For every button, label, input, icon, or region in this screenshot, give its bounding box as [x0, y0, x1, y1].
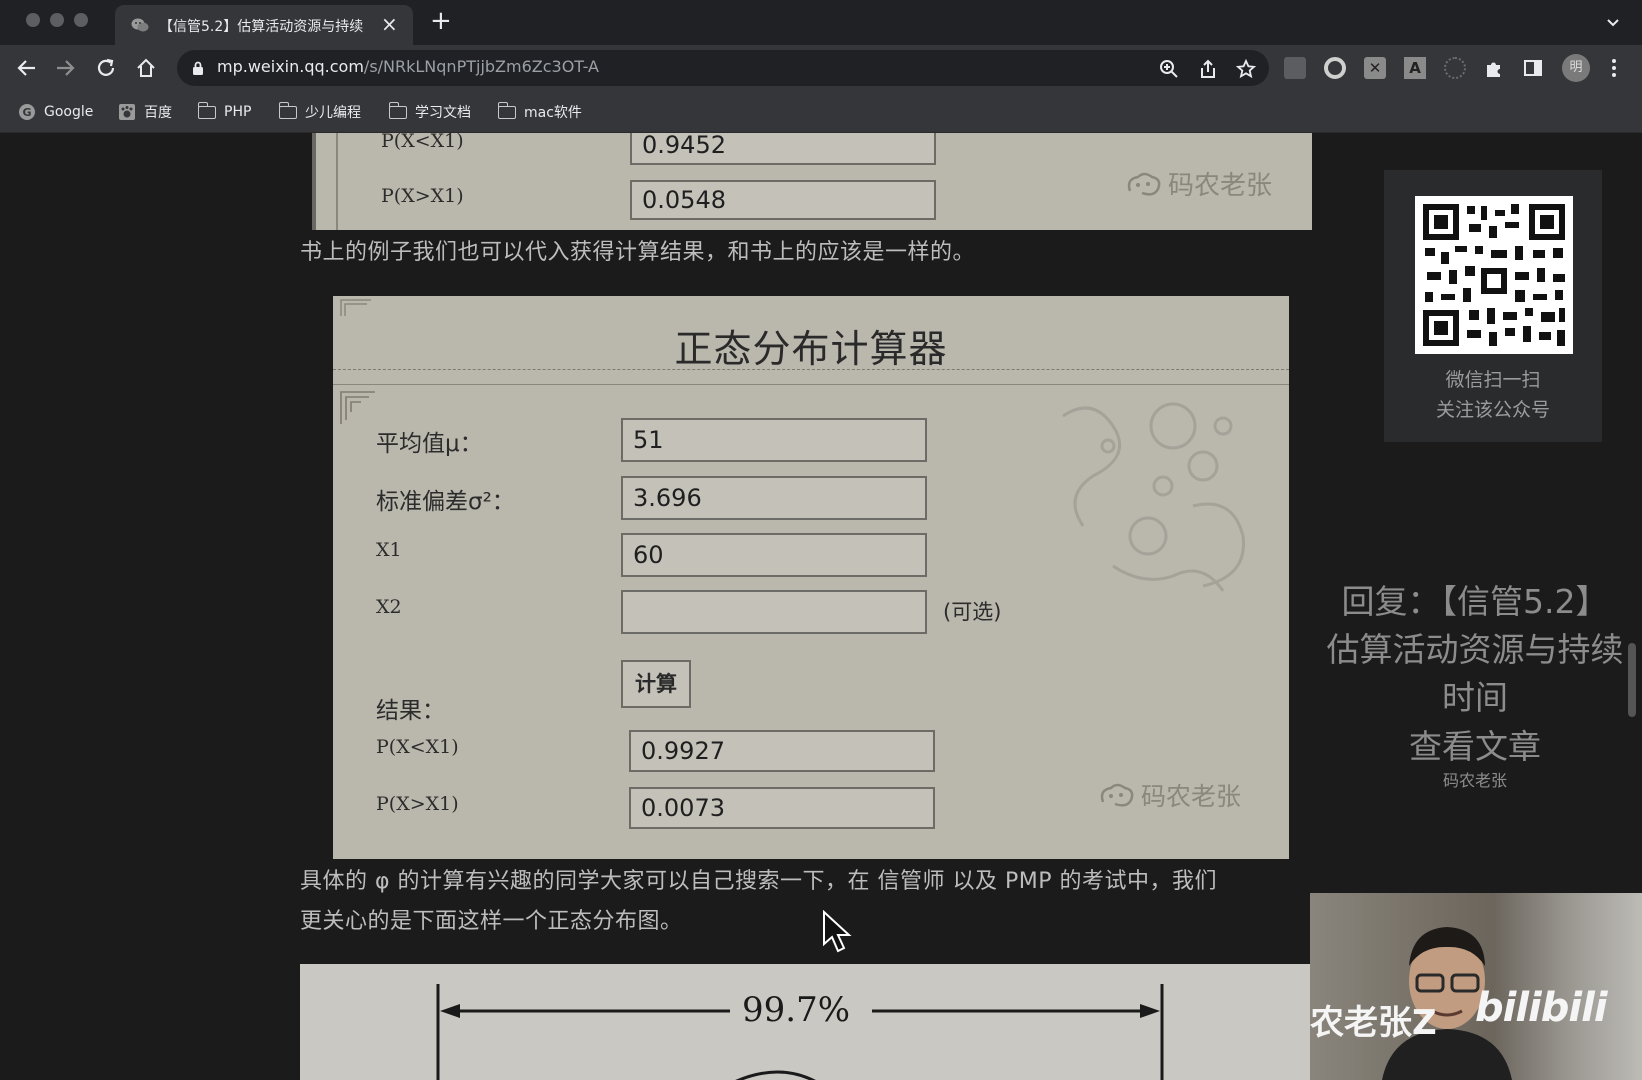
- puzzle-icon[interactable]: [1483, 57, 1505, 79]
- folder-icon: [497, 101, 516, 119]
- x2-input: [621, 590, 927, 634]
- translate-extension-icon[interactable]: [1284, 57, 1306, 79]
- floral-pattern-icon: [1062, 402, 1245, 592]
- close-window-button[interactable]: [26, 13, 40, 27]
- webcam-overlay: 农老张Z bilibili: [1310, 893, 1642, 1080]
- reply-line-2: 估算活动资源与持续: [1326, 630, 1624, 669]
- bookmark-mac-software[interactable]: mac软件: [497, 100, 582, 124]
- result-label-greater: P(X>X1): [376, 793, 459, 815]
- back-icon[interactable]: [16, 57, 38, 79]
- star-icon[interactable]: [1236, 59, 1256, 79]
- wechat-icon: [131, 18, 149, 32]
- circle-extension-icon[interactable]: [1324, 57, 1346, 79]
- result-field-less: 0.9927: [629, 730, 935, 772]
- figure-label-997: 99.7%: [742, 990, 851, 1030]
- watermark-logo-icon: [1100, 783, 1134, 807]
- watermark-text: 码农老张: [1141, 782, 1242, 811]
- chevron-down-icon[interactable]: [1605, 14, 1621, 30]
- forward-icon[interactable]: [54, 57, 76, 79]
- calculator-screenshot: 正态分布计算器 平均值μ： 51 标准偏差σ²： 3.696 X1 60 X2 …: [333, 296, 1289, 859]
- tab-strip: 【信管5.2】估算活动资源与持续 × +: [0, 0, 1642, 45]
- calculator-screenshot-top: P(X<X1) 0.9452 P(X>X1) 0.0548 码农老张: [312, 133, 1312, 230]
- address-bar[interactable]: mp.weixin.qq.com/s/NRkLNqnPTjjbZm6Zc3OT-…: [177, 50, 1269, 86]
- tab-active[interactable]: 【信管5.2】估算活动资源与持续 ×: [115, 5, 413, 45]
- qr-caption-line-2: 关注该公众号: [1435, 399, 1550, 421]
- paragraph-2-line-2: 更关心的是下面这样一个正态分布图。: [300, 909, 683, 934]
- tab-title: 【信管5.2】估算活动资源与持续: [159, 19, 364, 35]
- mouse-cursor-icon: [823, 910, 852, 953]
- home-icon[interactable]: [135, 57, 157, 79]
- webcam-name-overlay: 农老张Z: [1310, 1003, 1437, 1043]
- x1-input: 60: [621, 533, 927, 577]
- result-label-less: P(X<X1): [381, 133, 464, 152]
- x-extension-icon[interactable]: ✕: [1364, 57, 1386, 79]
- folder-icon: [388, 101, 407, 119]
- sd-input: 3.696: [621, 476, 927, 520]
- folder-icon: [197, 101, 216, 119]
- lock-icon[interactable]: [192, 61, 204, 75]
- bookmark-baidu[interactable]: 百度: [118, 100, 172, 124]
- optional-hint: (可选): [943, 600, 1002, 624]
- calculator-title: 正态分布计算器: [674, 327, 948, 371]
- side-panel-icon[interactable]: [1522, 57, 1544, 79]
- reply-line-3: 时间: [1442, 678, 1508, 717]
- zoom-icon[interactable]: [1159, 59, 1179, 79]
- maximize-window-button[interactable]: [74, 13, 88, 27]
- close-icon[interactable]: ×: [381, 12, 398, 36]
- bilibili-logo: bilibili: [1475, 985, 1608, 1031]
- profile-avatar[interactable]: 明: [1562, 54, 1590, 82]
- result-field-greater: 0.0073: [629, 787, 935, 829]
- normal-distribution-figure: 99.7%: [300, 964, 1310, 1080]
- article-viewport[interactable]: P(X<X1) 0.9452 P(X>X1) 0.0548 码农老张 书上的例子…: [0, 133, 1642, 1080]
- watermark-text: 码农老张: [1168, 171, 1273, 201]
- result-field-greater: 0.0548: [630, 180, 936, 220]
- reload-icon[interactable]: [95, 57, 117, 79]
- sd-label: 标准偏差σ²：: [376, 489, 515, 515]
- loading-extension-icon[interactable]: [1444, 57, 1466, 79]
- corner-ornament-icon: [340, 299, 371, 316]
- reply-author: 码农老张: [1442, 771, 1507, 790]
- x2-label: X2: [376, 596, 402, 618]
- mean-label: 平均值μ：: [376, 431, 483, 457]
- paragraph-2-line-1: 具体的 φ 的计算有兴趣的同学大家可以自己搜索一下，在 信管师 以及 PMP 的…: [300, 869, 1217, 894]
- result-label-less: P(X<X1): [376, 736, 459, 758]
- browser-toolbar: mp.weixin.qq.com/s/NRkLNqnPTjjbZm6Zc3OT-…: [0, 45, 1642, 92]
- reply-line-4: 查看文章: [1409, 727, 1541, 766]
- qr-code-card: 微信扫一扫 关注该公众号: [1384, 170, 1602, 442]
- mean-input: 51: [621, 418, 927, 462]
- bookmark-google[interactable]: G Google: [18, 100, 93, 124]
- share-icon[interactable]: [1198, 59, 1218, 79]
- qr-code-image: [1415, 196, 1573, 354]
- google-icon: G: [19, 104, 35, 120]
- page-scrollbar[interactable]: [1628, 643, 1636, 717]
- result-heading: 结果：: [376, 698, 445, 724]
- bookmark-php[interactable]: PHP: [197, 100, 251, 124]
- calculate-button: 计算: [621, 660, 691, 708]
- qr-caption-line-1: 微信扫一扫: [1445, 369, 1541, 391]
- paragraph-1: 书上的例子我们也可以代入获得计算结果，和书上的应该是一样的。: [300, 240, 976, 265]
- qr-code-icon: [1423, 204, 1565, 346]
- new-tab-button[interactable]: +: [430, 6, 452, 36]
- corner-ornament-icon: [340, 391, 375, 424]
- result-field-less: 0.9452: [630, 133, 936, 165]
- reply-line-1: 回复：【信管5.2】: [1341, 582, 1609, 621]
- menu-icon[interactable]: [1611, 57, 1617, 79]
- bookmark-kids-coding[interactable]: 少儿编程: [278, 100, 361, 124]
- baidu-icon: [119, 104, 135, 120]
- result-label-greater: P(X>X1): [381, 185, 464, 207]
- watermark-logo-icon: [1127, 172, 1161, 196]
- a-extension-icon[interactable]: A: [1404, 57, 1426, 79]
- minimize-window-button[interactable]: [50, 13, 64, 27]
- svg-text:G: G: [22, 106, 31, 119]
- bookmarks-bar: G Google 百度 PHP 少儿编程 学习文档 mac软件: [0, 92, 1642, 133]
- url-text[interactable]: mp.weixin.qq.com/s/NRkLNqnPTjjbZm6Zc3OT-…: [217, 57, 599, 76]
- x1-label: X1: [376, 539, 402, 561]
- folder-icon: [278, 101, 297, 119]
- bookmark-study-docs[interactable]: 学习文档: [388, 100, 471, 124]
